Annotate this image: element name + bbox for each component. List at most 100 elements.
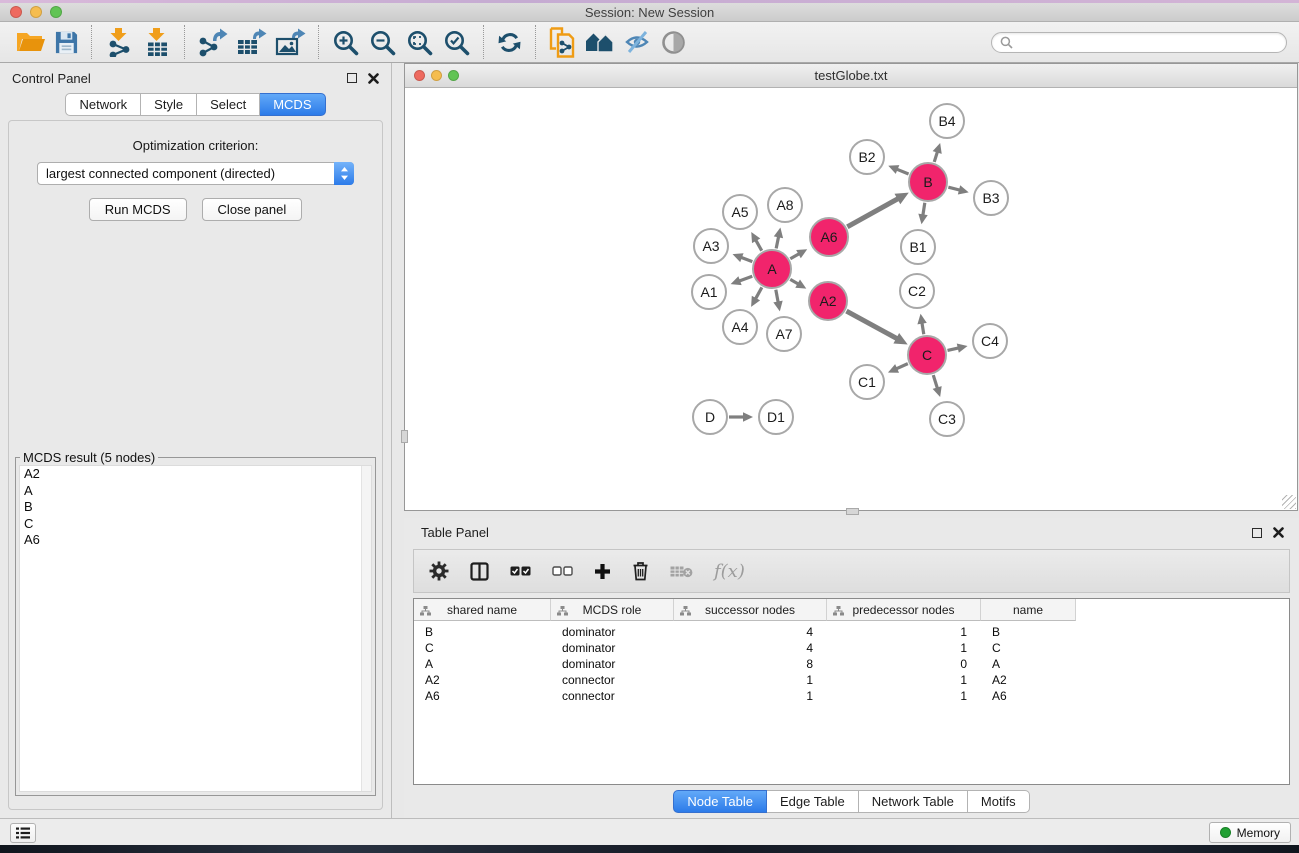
tab-select[interactable]: Select bbox=[197, 93, 260, 116]
add-column-button[interactable] bbox=[594, 563, 611, 580]
result-scrollbar[interactable] bbox=[361, 466, 371, 791]
memory-button[interactable]: Memory bbox=[1209, 822, 1291, 843]
float-table-panel-icon[interactable] bbox=[1252, 528, 1262, 538]
tab-mcds[interactable]: MCDS bbox=[260, 93, 325, 116]
result-item-c[interactable]: C bbox=[20, 516, 371, 533]
edge-A2-C[interactable] bbox=[846, 311, 897, 339]
column-header-name[interactable]: name bbox=[981, 599, 1076, 621]
edge-B-B3[interactable] bbox=[948, 187, 960, 190]
refresh-button[interactable] bbox=[496, 25, 523, 59]
delete-columns-button[interactable] bbox=[632, 561, 649, 581]
function-builder-button[interactable]: f(x) bbox=[714, 561, 745, 582]
zoom-selected-button[interactable] bbox=[442, 25, 471, 59]
zoom-fit-button[interactable] bbox=[405, 25, 434, 59]
column-header-mcds-role[interactable]: MCDS role bbox=[551, 599, 674, 621]
mcds-result-list[interactable]: A2ABCA6 bbox=[19, 465, 372, 792]
save-session-button[interactable] bbox=[54, 25, 79, 59]
result-item-a2[interactable]: A2 bbox=[20, 466, 371, 483]
table-row-a[interactable]: Adominator80A bbox=[414, 656, 1289, 672]
column-header-predecessor-nodes[interactable]: predecessor nodes bbox=[827, 599, 981, 621]
edge-A-A3[interactable] bbox=[740, 257, 752, 261]
edge-A-A7[interactable] bbox=[776, 290, 778, 303]
table-row-b[interactable]: Bdominator41B bbox=[414, 624, 1289, 640]
maximize-window-button[interactable] bbox=[50, 6, 62, 18]
edge-A6-B[interactable] bbox=[847, 198, 898, 227]
show-panels-button[interactable] bbox=[10, 823, 36, 843]
table-row-a6[interactable]: A6connector11A6 bbox=[414, 688, 1289, 704]
edge-A-A6[interactable] bbox=[790, 253, 799, 258]
edge-B-B4[interactable] bbox=[934, 151, 937, 162]
edge-A-A1[interactable] bbox=[739, 276, 753, 281]
cell-name: A2 bbox=[981, 673, 1076, 687]
edge-B-B2[interactable] bbox=[896, 169, 908, 174]
open-file-button[interactable] bbox=[16, 25, 46, 59]
network-window-titlebar[interactable]: testGlobe.txt bbox=[405, 64, 1297, 88]
show-graphics-details-button[interactable] bbox=[660, 25, 687, 59]
export-table-button[interactable] bbox=[236, 25, 267, 59]
column-label: predecessor nodes bbox=[852, 603, 954, 617]
delete-table-button[interactable] bbox=[670, 565, 693, 578]
search-field[interactable] bbox=[991, 32, 1287, 53]
network-close-button[interactable] bbox=[414, 70, 425, 81]
close-window-button[interactable] bbox=[10, 6, 22, 18]
tab-motifs[interactable]: Motifs bbox=[968, 790, 1030, 813]
column-header-shared-name[interactable]: shared name bbox=[414, 599, 551, 621]
close-panel-icon[interactable] bbox=[368, 73, 379, 84]
table-row-a2[interactable]: A2connector11A2 bbox=[414, 672, 1289, 688]
zoom-fit-icon bbox=[405, 28, 434, 57]
network-canvas[interactable]: B4B2BB3B1A5A8A6A3AA1A2C2A4A7CC4C1C3DD1 bbox=[405, 88, 1297, 510]
edge-C-C1[interactable] bbox=[896, 364, 908, 369]
table-settings-button[interactable] bbox=[429, 561, 449, 581]
run-mcds-button[interactable]: Run MCDS bbox=[89, 198, 187, 221]
edge-A-A4[interactable] bbox=[755, 287, 762, 299]
optimization-criterion-select[interactable]: largest connected component (directed) bbox=[37, 162, 354, 185]
zoom-in-button[interactable] bbox=[331, 25, 360, 59]
minimize-window-button[interactable] bbox=[30, 6, 42, 18]
zoom-out-button[interactable] bbox=[368, 25, 397, 59]
window-titlebar[interactable]: Session: New Session bbox=[0, 3, 1299, 22]
tab-edge-table[interactable]: Edge Table bbox=[767, 790, 859, 813]
tab-style[interactable]: Style bbox=[141, 93, 197, 116]
import-network-button[interactable] bbox=[104, 25, 134, 59]
table-row-c[interactable]: Cdominator41C bbox=[414, 640, 1289, 656]
node-label-C3: C3 bbox=[938, 411, 956, 427]
result-item-b[interactable]: B bbox=[20, 499, 371, 516]
vertical-divider-grip[interactable] bbox=[401, 430, 408, 443]
search-input[interactable] bbox=[1018, 35, 1278, 49]
new-network-button[interactable] bbox=[548, 25, 577, 59]
mcds-result-fieldset: MCDS result (5 nodes) A2ABCA6 bbox=[15, 457, 376, 796]
edge-C-C3[interactable] bbox=[933, 375, 937, 389]
export-network-button[interactable] bbox=[197, 25, 228, 59]
edge-A-A8[interactable] bbox=[776, 236, 779, 249]
horizontal-divider-grip[interactable] bbox=[846, 508, 859, 515]
network-minimize-button[interactable] bbox=[431, 70, 442, 81]
tab-network[interactable]: Network bbox=[65, 93, 141, 116]
window-resize-grip[interactable] bbox=[1282, 495, 1296, 509]
edge-A-A5[interactable] bbox=[755, 239, 761, 250]
tab-node-table[interactable]: Node Table bbox=[673, 790, 767, 813]
tab-network-table[interactable]: Network Table bbox=[859, 790, 968, 813]
import-table-button[interactable] bbox=[142, 25, 172, 59]
show-all-networks-button[interactable] bbox=[585, 25, 615, 59]
network-maximize-button[interactable] bbox=[448, 70, 459, 81]
select-stepper-icon[interactable] bbox=[334, 162, 354, 185]
export-image-button[interactable] bbox=[275, 25, 306, 59]
edge-C-C4[interactable] bbox=[947, 348, 959, 351]
cell-name: A bbox=[981, 657, 1076, 671]
network-traffic-lights bbox=[414, 70, 459, 81]
result-item-a6[interactable]: A6 bbox=[20, 532, 371, 549]
edge-C-C2[interactable] bbox=[922, 322, 924, 334]
result-item-a[interactable]: A bbox=[20, 483, 371, 500]
split-columns-button[interactable] bbox=[470, 562, 489, 581]
hide-graphics-details-button[interactable] bbox=[623, 25, 652, 59]
column-header-successor-nodes[interactable]: successor nodes bbox=[674, 599, 827, 621]
edge-B-B1[interactable] bbox=[923, 203, 925, 216]
float-panel-icon[interactable] bbox=[347, 73, 357, 83]
checked-boxes-icon bbox=[510, 566, 531, 576]
node-label-A5: A5 bbox=[731, 204, 748, 220]
close-panel-button[interactable]: Close panel bbox=[202, 198, 303, 221]
cell-successor-nodes: 1 bbox=[674, 673, 827, 687]
select-all-columns-button[interactable] bbox=[510, 566, 531, 576]
deselect-all-columns-button[interactable] bbox=[552, 566, 573, 576]
close-table-panel-icon[interactable] bbox=[1273, 527, 1284, 538]
